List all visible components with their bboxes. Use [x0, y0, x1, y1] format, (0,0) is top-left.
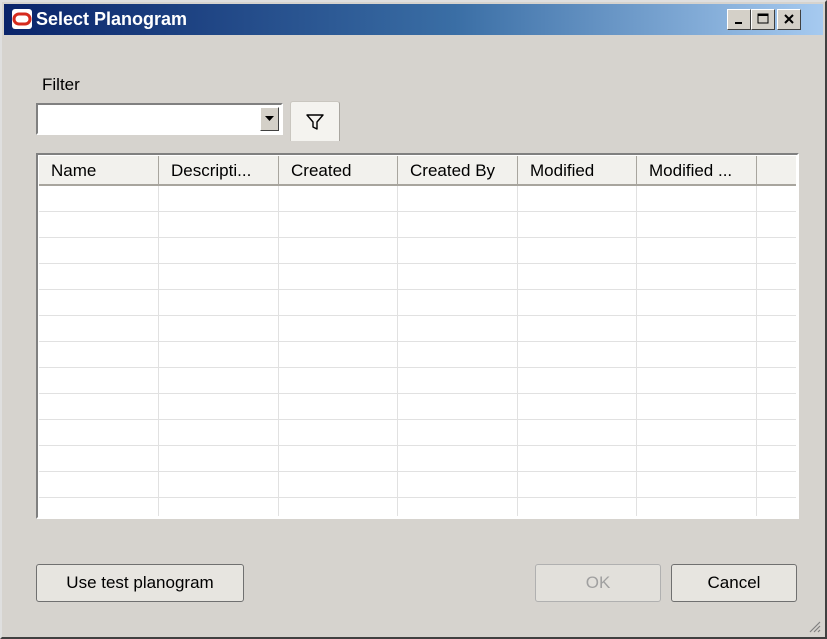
column-header-description[interactable]: Descripti... [159, 156, 279, 186]
oracle-logo-icon [12, 9, 32, 29]
column-header-created-by[interactable]: Created By [398, 156, 518, 186]
maximize-button[interactable] [751, 9, 775, 30]
column-divider [158, 186, 159, 516]
column-header-filler [757, 156, 796, 186]
filter-combobox[interactable] [36, 103, 283, 135]
column-header-created[interactable]: Created [279, 156, 398, 186]
close-button[interactable] [777, 9, 801, 30]
maximize-icon [757, 13, 769, 24]
table-row[interactable] [39, 420, 796, 446]
grid-body: Name Descripti... Created Created By Mod… [39, 156, 796, 516]
planogram-grid[interactable]: Name Descripti... Created Created By Mod… [36, 153, 799, 519]
column-divider [756, 186, 757, 516]
column-divider [517, 186, 518, 516]
table-row[interactable] [39, 472, 796, 498]
table-row[interactable] [39, 368, 796, 394]
use-test-planogram-button[interactable]: Use test planogram [36, 564, 244, 602]
table-row[interactable] [39, 264, 796, 290]
table-row[interactable] [39, 212, 796, 238]
table-row[interactable] [39, 446, 796, 472]
title-bar[interactable]: Select Planogram [4, 4, 823, 35]
table-row[interactable] [39, 238, 796, 264]
minimize-icon [735, 22, 742, 24]
table-row[interactable] [39, 342, 796, 368]
select-planogram-dialog: Select Planogram Filter Name Descripti..… [0, 0, 827, 639]
column-header-modified[interactable]: Modified [518, 156, 637, 186]
column-header-modified-by[interactable]: Modified ... [637, 156, 757, 186]
ok-button[interactable]: OK [535, 564, 661, 602]
chevron-down-icon [265, 116, 274, 121]
cancel-button[interactable]: Cancel [671, 564, 797, 602]
resize-grip-icon[interactable] [807, 619, 821, 633]
table-row[interactable] [39, 290, 796, 316]
close-icon [784, 14, 794, 24]
table-row[interactable] [39, 186, 796, 212]
table-row[interactable] [39, 316, 796, 342]
funnel-icon [306, 114, 324, 130]
filter-dropdown-button[interactable] [260, 107, 279, 131]
column-divider [397, 186, 398, 516]
table-row[interactable] [39, 394, 796, 420]
column-divider [278, 186, 279, 516]
table-row[interactable] [39, 498, 796, 516]
minimize-button[interactable] [727, 9, 751, 30]
column-header-name[interactable]: Name [39, 156, 159, 186]
dialog-title: Select Planogram [36, 9, 188, 29]
apply-filter-button[interactable] [290, 101, 340, 141]
filter-label: Filter [42, 75, 80, 94]
column-divider [636, 186, 637, 516]
